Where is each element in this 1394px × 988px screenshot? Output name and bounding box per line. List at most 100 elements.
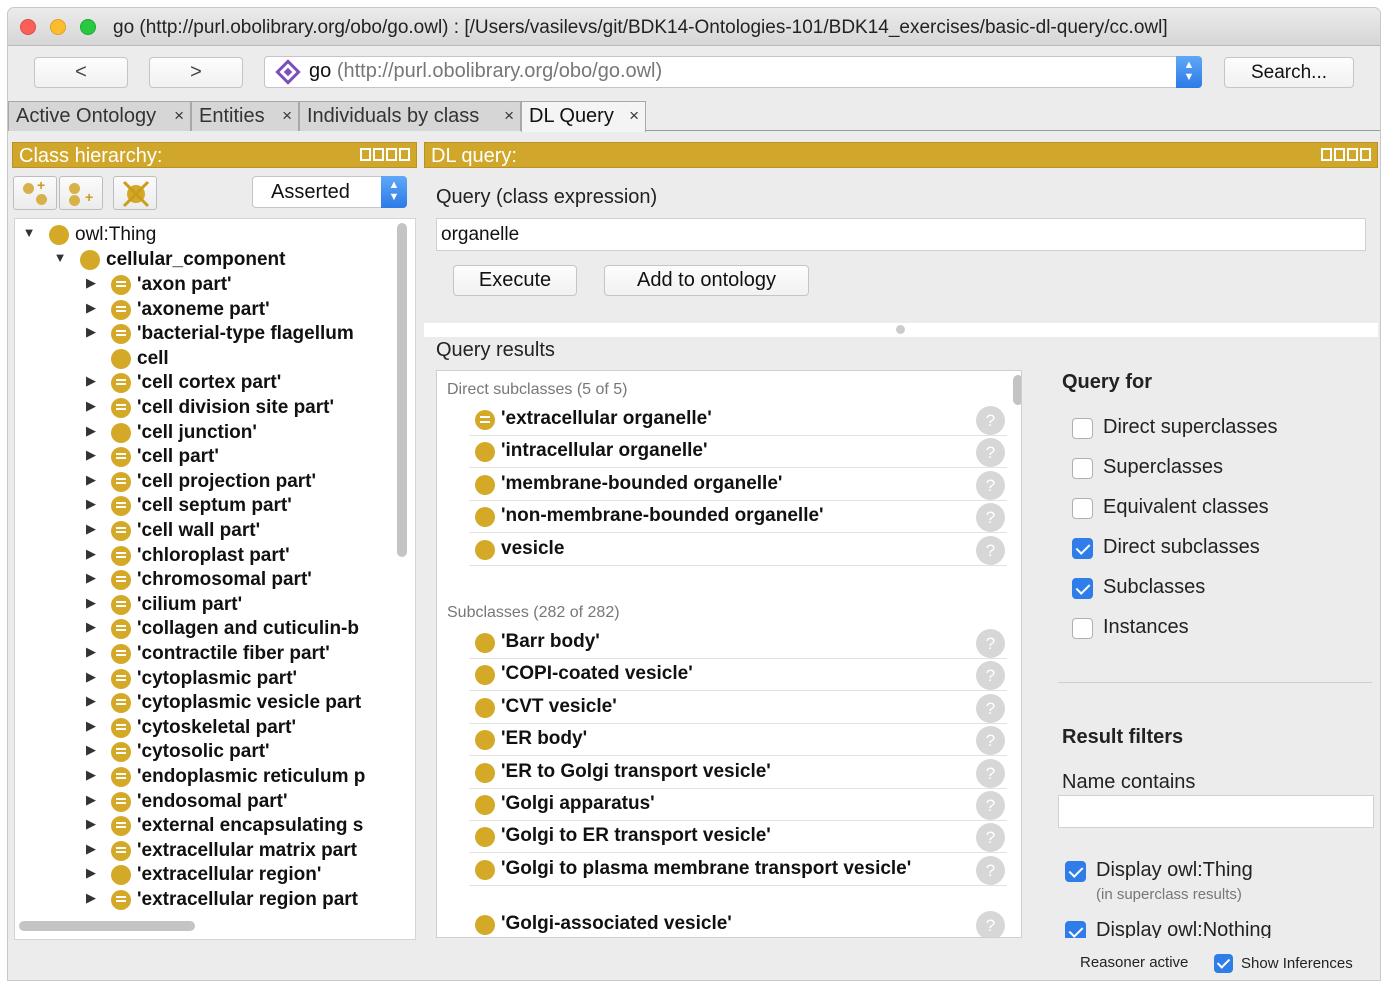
show-inferences-checkbox[interactable] <box>1214 954 1233 973</box>
maximize-window-button[interactable] <box>80 19 96 35</box>
expand-arrow-icon[interactable]: ▶ <box>83 865 99 881</box>
delete-class-button[interactable] <box>113 176 157 210</box>
execute-button[interactable]: Execute <box>453 265 577 296</box>
result-row[interactable]: 'CVT vesicle'? <box>469 693 1007 724</box>
expand-arrow-icon[interactable]: ▶ <box>83 521 99 537</box>
checkbox[interactable] <box>1072 578 1093 599</box>
results-scrollbar[interactable] <box>1013 375 1021 405</box>
tab-entities[interactable]: Entities × <box>191 101 299 131</box>
expand-arrow-icon[interactable]: ▶ <box>83 373 99 389</box>
checkbox[interactable] <box>1072 618 1093 639</box>
help-question-icon[interactable]: ? <box>976 911 1005 937</box>
vertical-scrollbar[interactable] <box>397 223 407 557</box>
expand-arrow-icon[interactable]: ▶ <box>83 570 99 586</box>
view-maximize-icon[interactable] <box>1347 148 1358 161</box>
expand-arrow-icon[interactable]: ▶ <box>83 472 99 488</box>
help-question-icon[interactable]: ? <box>976 438 1005 468</box>
tab-dl-query[interactable]: DL Query × <box>521 101 646 132</box>
expand-arrow-icon[interactable]: ▶ <box>83 496 99 512</box>
result-row[interactable]: 'Golgi to plasma membrane transport vesi… <box>469 855 1007 886</box>
query-expression-input[interactable]: organelle <box>436 218 1366 251</box>
splitter-knob-icon[interactable] <box>896 325 905 334</box>
ontology-dropdown-arrow-icon[interactable]: ▲ ▼ <box>1176 56 1202 88</box>
close-tab-icon[interactable]: × <box>282 102 292 130</box>
expand-arrow-icon[interactable]: ▶ <box>83 742 99 758</box>
checkbox[interactable] <box>1072 498 1093 519</box>
help-question-icon[interactable]: ? <box>976 629 1005 658</box>
result-row[interactable]: 'ER to Golgi transport vesicle'? <box>469 758 1007 789</box>
hierarchy-mode-select[interactable]: Asserted ▲ ▼ <box>252 176 407 208</box>
help-question-icon[interactable]: ? <box>976 693 1005 723</box>
name-contains-input[interactable] <box>1058 795 1374 828</box>
expand-arrow-icon[interactable]: ▶ <box>83 546 99 562</box>
result-row[interactable]: 'ER body'? <box>469 725 1007 757</box>
close-tab-icon[interactable]: × <box>174 102 184 130</box>
minimize-window-button[interactable] <box>50 19 66 35</box>
help-question-icon[interactable]: ? <box>976 503 1005 533</box>
result-row[interactable]: 'membrane-bounded organelle'? <box>469 470 1007 501</box>
forward-button[interactable]: > <box>149 57 243 88</box>
expand-arrow-icon[interactable]: ▶ <box>83 792 99 808</box>
result-row[interactable]: vesicle? <box>469 535 1007 566</box>
result-row[interactable]: 'Barr body'? <box>469 628 1007 659</box>
add-subclass-button[interactable]: + <box>13 176 57 210</box>
help-question-icon[interactable]: ? <box>976 791 1005 820</box>
expand-arrow-icon[interactable]: ▶ <box>83 619 99 635</box>
help-question-icon[interactable]: ? <box>976 470 1005 500</box>
split-pane-divider[interactable] <box>424 323 1378 337</box>
help-question-icon[interactable]: ? <box>976 661 1005 691</box>
expand-arrow-icon[interactable]: ▼ <box>52 250 68 265</box>
close-tab-icon[interactable]: × <box>629 102 639 130</box>
close-tab-icon[interactable]: × <box>504 102 514 130</box>
expand-arrow-icon[interactable]: ▶ <box>83 890 99 906</box>
help-question-icon[interactable]: ? <box>976 406 1005 435</box>
expand-arrow-icon[interactable]: ▶ <box>83 300 99 316</box>
result-row[interactable]: 'COPI-coated vesicle'? <box>469 660 1007 692</box>
view-close-icon[interactable] <box>399 148 410 161</box>
help-question-icon[interactable]: ? <box>976 758 1005 788</box>
checkbox[interactable] <box>1072 418 1093 439</box>
checkbox[interactable] <box>1072 458 1093 479</box>
tab-individuals-by-class[interactable]: Individuals by class × <box>299 101 521 131</box>
view-maximize-icon[interactable] <box>386 148 397 161</box>
search-button[interactable]: Search... <box>1224 57 1354 88</box>
help-question-icon[interactable]: ? <box>976 855 1005 885</box>
expand-arrow-icon[interactable]: ▶ <box>83 644 99 660</box>
back-button[interactable]: < <box>34 57 128 88</box>
tab-active-ontology[interactable]: Active Ontology × <box>8 101 191 131</box>
close-window-button[interactable] <box>20 19 36 35</box>
view-split-icon[interactable] <box>1321 148 1332 161</box>
result-row[interactable]: 'Golgi to ER transport vesicle'? <box>469 822 1007 854</box>
checkbox[interactable] <box>1065 861 1086 882</box>
view-float-icon[interactable] <box>373 148 384 161</box>
result-row[interactable]: 'Golgi-associated vesicle'? <box>469 910 1007 937</box>
add-to-ontology-button[interactable]: Add to ontology <box>604 265 809 296</box>
expand-arrow-icon[interactable]: ▶ <box>83 816 99 832</box>
view-close-icon[interactable] <box>1360 148 1371 161</box>
help-question-icon[interactable]: ? <box>976 726 1005 756</box>
expand-arrow-icon[interactable]: ▶ <box>83 423 99 439</box>
expand-arrow-icon[interactable]: ▶ <box>83 398 99 414</box>
expand-arrow-icon[interactable]: ▶ <box>83 767 99 783</box>
expand-arrow-icon[interactable]: ▶ <box>83 693 99 709</box>
add-sibling-button[interactable]: + <box>59 176 103 210</box>
expand-arrow-icon[interactable]: ▶ <box>83 841 99 857</box>
ontology-selector[interactable]: go (http://purl.obolibrary.org/obo/go.ow… <box>264 56 1202 88</box>
view-split-icon[interactable] <box>360 148 371 161</box>
expand-arrow-icon[interactable]: ▼ <box>21 225 37 240</box>
result-row[interactable]: 'intracellular organelle'? <box>469 437 1007 469</box>
checkbox[interactable] <box>1065 921 1086 938</box>
horizontal-scrollbar[interactable] <box>19 921 195 931</box>
checkbox[interactable] <box>1072 538 1093 559</box>
expand-arrow-icon[interactable]: ▶ <box>83 447 99 463</box>
result-row[interactable]: 'Golgi apparatus'? <box>469 790 1007 821</box>
help-question-icon[interactable]: ? <box>976 535 1005 565</box>
help-question-icon[interactable]: ? <box>976 823 1005 853</box>
view-float-icon[interactable] <box>1334 148 1345 161</box>
expand-arrow-icon[interactable]: ▶ <box>83 669 99 685</box>
expand-arrow-icon[interactable]: ▶ <box>83 275 99 291</box>
result-row[interactable]: 'non-membrane-bounded organelle'? <box>469 502 1007 534</box>
expand-arrow-icon[interactable]: ▶ <box>83 595 99 611</box>
expand-arrow-icon[interactable]: ▶ <box>83 324 99 340</box>
result-row[interactable]: 'extracellular organelle'? <box>469 405 1007 436</box>
